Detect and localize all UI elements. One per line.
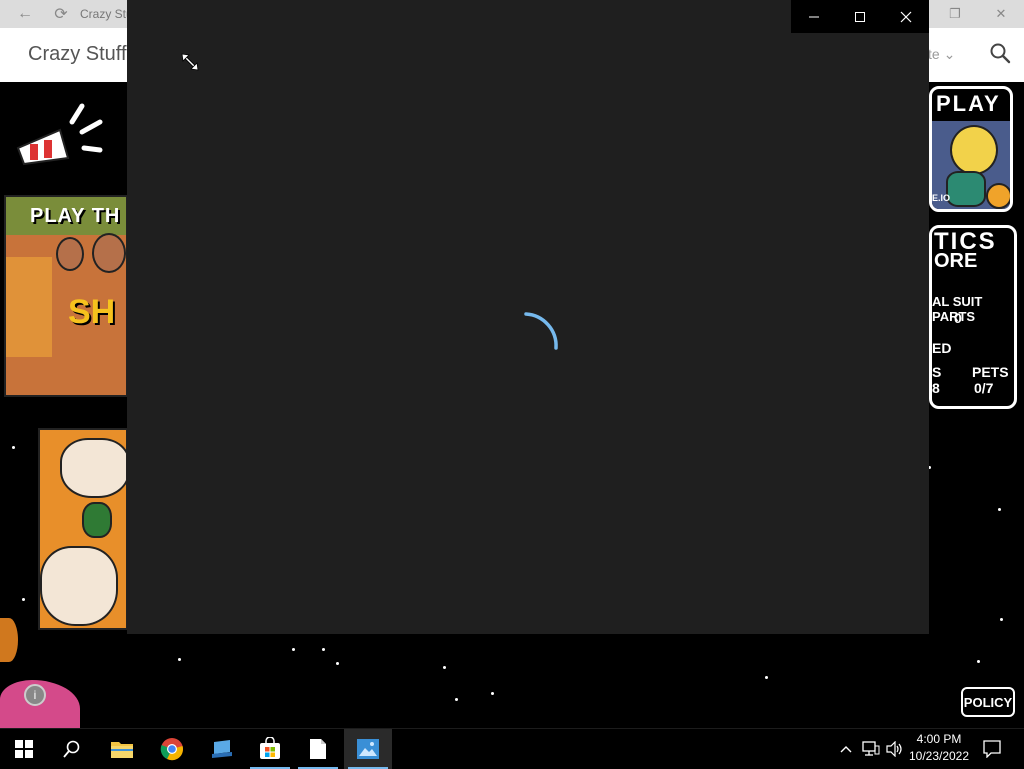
promo-banner-text: PLAY TH <box>30 205 121 227</box>
stats-suit-label: AL SUIT PARTS <box>932 294 983 324</box>
folder-icon <box>111 742 133 758</box>
taskbar-chrome[interactable] <box>148 729 196 769</box>
network-status[interactable] <box>860 729 882 769</box>
statistics-card-right: TICS ORE AL SUIT PARTS 0 ED S 8 PETS 0/7 <box>929 225 1017 409</box>
pets-art-left[interactable] <box>38 428 128 630</box>
stats-s-label: S <box>932 364 942 380</box>
back-arrow-icon[interactable]: ← <box>14 3 36 25</box>
promo-art-left[interactable]: PLAY TH SH <box>4 195 128 397</box>
taskbar-store[interactable] <box>246 729 294 769</box>
document-icon <box>310 739 326 759</box>
stats-suit-value: 0 <box>954 310 962 326</box>
loading-spinner-icon <box>524 312 558 350</box>
info-icon: i <box>33 688 37 702</box>
chrome-icon <box>160 738 183 761</box>
search-icon <box>63 740 80 758</box>
photos-icon <box>357 739 379 759</box>
show-hidden-icons[interactable] <box>836 729 856 769</box>
character-art-partial <box>0 618 18 662</box>
speaker-icon <box>886 741 902 757</box>
stats-pets-label: PETS <box>972 364 1009 380</box>
clock-date: 10/23/2022 <box>908 749 970 763</box>
taskbar-search-button[interactable] <box>48 729 96 769</box>
megaphone-icon <box>16 103 103 166</box>
background-window-controls: ❐ ✕ <box>932 0 1024 28</box>
maximize-button[interactable] <box>837 0 883 33</box>
stats-s-value: 8 <box>932 380 940 396</box>
close-icon[interactable]: ✕ <box>978 0 1024 28</box>
store-icon <box>260 737 280 759</box>
close-icon <box>900 11 912 22</box>
chevron-down-icon: ⌄ <box>943 46 956 62</box>
notification-icon <box>983 740 1001 758</box>
volume-control[interactable] <box>884 729 906 769</box>
window-controls <box>791 0 929 33</box>
taskbar-document[interactable] <box>294 729 342 769</box>
stats-pets-value: 0/7 <box>974 380 994 396</box>
taskbar-photos[interactable] <box>344 729 392 769</box>
taskbar-clock[interactable]: 4:00 PM 10/23/2022 <box>904 731 974 767</box>
language-label: te <box>928 46 940 62</box>
restore-icon[interactable]: ❐ <box>932 0 978 28</box>
refresh-icon[interactable]: ⟳ <box>50 3 72 25</box>
promo-banner-big: SH <box>68 293 116 331</box>
chevron-up-icon <box>840 746 852 753</box>
clock-time: 4:00 PM <box>916 732 962 746</box>
play-card-domain: E.IO <box>932 193 951 203</box>
network-icon <box>862 741 880 756</box>
resize-cursor-icon <box>181 53 199 71</box>
action-center-button[interactable] <box>980 729 1004 769</box>
app-name: Crazy Stuff <box>28 43 127 65</box>
minimize-button[interactable] <box>791 0 837 33</box>
policy-button[interactable]: POLICY <box>961 687 1015 717</box>
play-card-right[interactable]: PLAY E.IO <box>929 86 1013 212</box>
app-blue-icon <box>212 740 232 758</box>
stats-subtitle: ORE <box>934 250 978 272</box>
taskbar: 4:00 PM 10/23/2022 <box>0 728 1024 769</box>
start-button[interactable] <box>0 729 48 769</box>
taskbar-file-explorer[interactable] <box>98 729 146 769</box>
maximize-icon <box>855 11 865 22</box>
search-icon[interactable] <box>988 41 1012 65</box>
close-button[interactable] <box>883 0 929 33</box>
taskbar-app-blue[interactable] <box>198 729 246 769</box>
windows-logo-icon <box>15 740 33 758</box>
play-card-title: PLAY <box>936 91 1001 116</box>
info-button[interactable]: i <box>24 684 46 706</box>
minimize-icon <box>809 16 819 17</box>
language-selector[interactable]: te ⌄ <box>928 46 955 63</box>
stats-ed-label: ED <box>932 340 952 356</box>
